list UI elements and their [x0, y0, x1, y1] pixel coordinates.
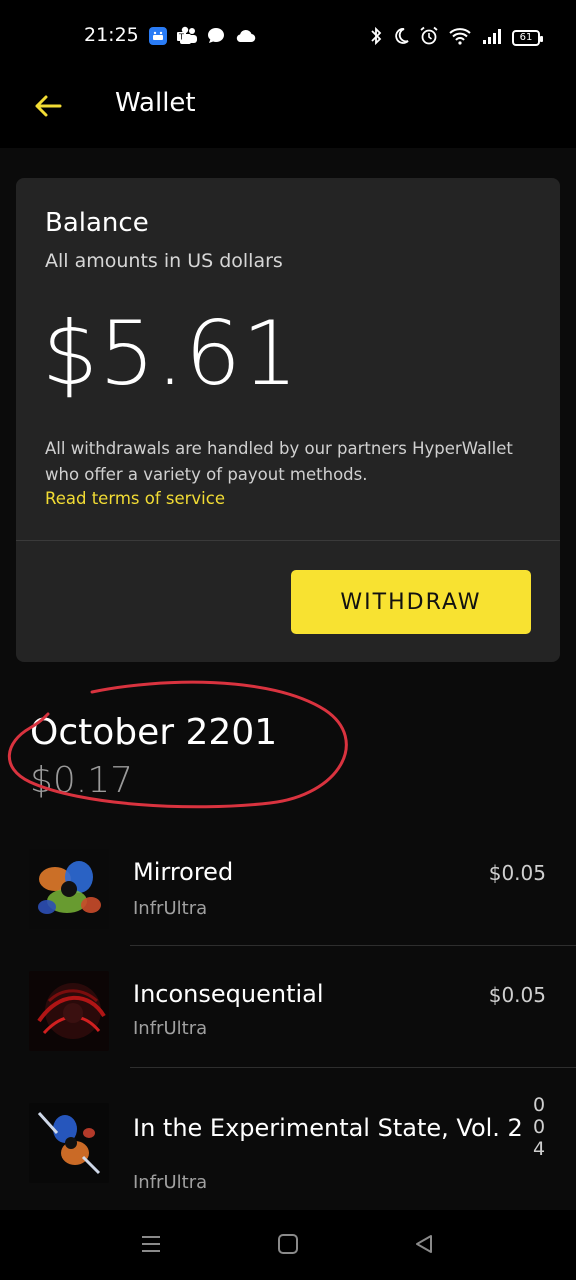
terms-link[interactable]: Read terms of service: [45, 489, 225, 508]
page-title: Wallet: [115, 88, 196, 118]
menu-button[interactable]: [137, 1232, 165, 1260]
track-price: $0.05: [488, 861, 546, 885]
track-name: Mirrored: [133, 858, 234, 886]
month-total: $0.17: [30, 760, 134, 801]
cloud-icon: [234, 26, 256, 50]
track-name: In the Experimental State, Vol. 2: [133, 1114, 523, 1142]
signal-icon: [481, 26, 503, 50]
balance-card: Balance All amounts in US dollars $5.61 …: [16, 178, 560, 662]
track-item[interactable]: In the Experimental State, Vol. 2 InfrUl…: [0, 1086, 576, 1206]
home-square-icon: [277, 1233, 299, 1259]
card-divider: [16, 540, 560, 541]
track-artist: InfrUltra: [133, 1172, 208, 1193]
balance-amount: $5.61: [42, 302, 299, 405]
back-triangle-icon: [413, 1233, 435, 1259]
menu-icon: [140, 1234, 162, 1258]
track-artist: InfrUltra: [133, 898, 208, 919]
month-title: October 2201: [30, 712, 278, 753]
track-item[interactable]: Mirrored InfrUltra $0.05: [0, 840, 576, 960]
navigation-bar: [0, 1210, 576, 1280]
balance-subtitle: All amounts in US dollars: [45, 250, 283, 272]
bluetooth-icon: [369, 26, 383, 50]
wifi-icon: [448, 26, 472, 50]
notification-icons: T: [148, 26, 256, 50]
track-divider: [130, 945, 576, 946]
arrow-left-icon: [34, 94, 62, 122]
withdrawal-note: All withdrawals are handled by our partn…: [45, 439, 513, 484]
battery-icon: 61: [512, 30, 543, 46]
back-nav-button[interactable]: [410, 1232, 438, 1260]
status-bar: 21:25 T 61: [0, 0, 576, 72]
app-icon: [148, 26, 168, 50]
track-item[interactable]: Inconsequential InfrUltra $0.05: [0, 962, 576, 1082]
withdraw-button[interactable]: WITHDRAW: [291, 570, 531, 634]
track-price: 004: [532, 1094, 546, 1160]
track-artist: InfrUltra: [133, 1018, 208, 1039]
svg-text:T: T: [178, 33, 184, 42]
app-bar: Wallet: [0, 72, 576, 148]
chat-icon: [206, 26, 226, 50]
album-art: [29, 849, 109, 929]
track-divider: [130, 1067, 576, 1068]
alarm-icon: [419, 26, 439, 50]
track-name: Inconsequential: [133, 980, 324, 1008]
track-price: $0.05: [488, 983, 546, 1007]
status-time: 21:25: [84, 24, 139, 46]
system-icons: 61: [369, 26, 543, 50]
back-button[interactable]: [24, 84, 72, 132]
album-art: [29, 1103, 109, 1183]
home-button[interactable]: [274, 1232, 302, 1260]
album-art: [29, 971, 109, 1051]
balance-title: Balance: [45, 208, 149, 238]
moon-icon: [392, 26, 410, 50]
teams-icon: T: [176, 26, 198, 50]
